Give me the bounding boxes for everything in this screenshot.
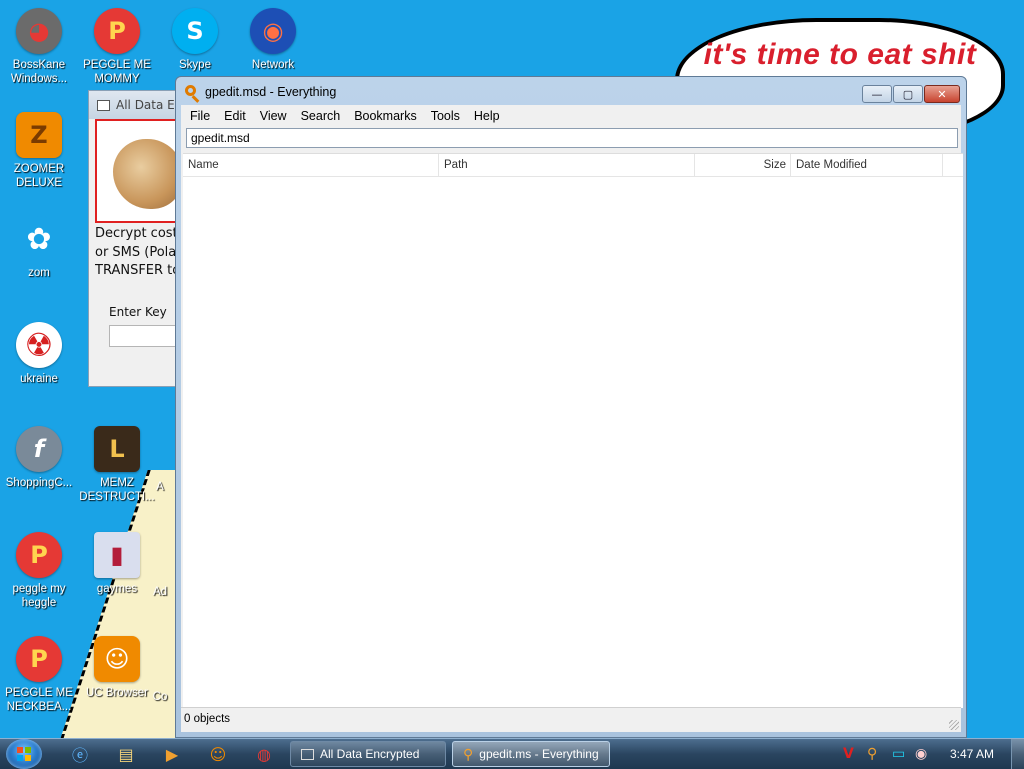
ade-message: Decrypt cost or SMS (Pola TRANSFER to — [95, 225, 181, 281]
hamster-icon — [113, 139, 181, 209]
column-header-name[interactable]: Name — [183, 154, 439, 176]
desktop-icon-label: PEGGLE ME NECKBEA... — [5, 687, 73, 713]
ade-titlebar[interactable]: All Data En — [89, 91, 189, 119]
chrome-icon[interactable]: ◍ — [244, 742, 284, 766]
menu-file[interactable]: File — [183, 109, 217, 123]
close-button[interactable]: ✕ — [924, 85, 960, 103]
enter-key-label: Enter Key — [109, 305, 167, 319]
flash-icon: f — [16, 426, 62, 472]
ade-title: All Data En — [116, 98, 183, 112]
desktop-icon-label: peggle my heggle — [12, 583, 66, 609]
window-icon — [97, 99, 110, 111]
file-explorer-icon[interactable]: ▤ — [106, 742, 146, 766]
desktop-icon-partial-co[interactable]: Co — [140, 690, 180, 704]
desktop-icon-label: zom — [28, 267, 50, 279]
network-icon: ◉ — [250, 8, 296, 54]
ade-line: TRANSFER to — [95, 263, 181, 278]
taskbar-item-label: All Data Encrypted — [320, 747, 420, 761]
everything-window[interactable]: gpedit.msd - Everything — ▢ ✕ File Edit … — [175, 76, 967, 738]
menu-edit[interactable]: Edit — [217, 109, 253, 123]
maximize-button[interactable]: ▢ — [893, 85, 923, 103]
column-header-size[interactable]: Size — [695, 154, 791, 176]
memz-icon: L — [94, 426, 140, 472]
maximize-icon: ▢ — [902, 87, 914, 101]
windows-logo-icon — [17, 747, 31, 761]
column-headers: Name Path Size Date Modified — [183, 154, 963, 177]
column-header-path[interactable]: Path — [439, 154, 695, 176]
flower-icon: ✿ — [16, 216, 62, 262]
display-tray-icon[interactable]: ▭ — [892, 746, 905, 762]
desktop-icon-label: PEGGLE ME MOMMY — [83, 59, 151, 85]
window-icon — [301, 748, 314, 760]
desktop-icon-label: A — [156, 481, 164, 493]
desktop-icon-peggle-neckbeard[interactable]: P PEGGLE ME NECKBEA... — [0, 636, 78, 714]
hamster-image — [95, 119, 183, 223]
peggle-icon: P — [16, 636, 62, 682]
menu-view[interactable]: View — [253, 109, 294, 123]
desktop-icon-peggle-mommy[interactable]: P PEGGLE ME MOMMY — [78, 8, 156, 86]
resize-grip[interactable] — [949, 720, 959, 730]
desktop-icon-label: ukraine — [20, 373, 58, 385]
ade-line: or SMS (Pola — [95, 244, 177, 260]
menu-tools[interactable]: Tools — [424, 109, 467, 123]
folder-icon: ▮ — [94, 532, 140, 578]
status-bar: 0 objects — [181, 707, 961, 732]
everything-client-area: File Edit View Search Bookmarks Tools He… — [181, 105, 963, 732]
desktop-icon-skype[interactable]: S Skype — [156, 8, 234, 72]
everything-titlebar[interactable]: gpedit.msd - Everything — ▢ ✕ — [176, 77, 966, 107]
show-desktop-button[interactable] — [1011, 739, 1024, 769]
column-header-date-modified[interactable]: Date Modified — [791, 154, 943, 176]
menu-search[interactable]: Search — [294, 109, 348, 123]
taskbar-item-label: gpedit.ms - Everything — [479, 747, 599, 761]
clock[interactable]: 3:47 AM — [950, 747, 994, 761]
speaker-tray-icon[interactable]: ◉ — [915, 746, 927, 762]
menu-help[interactable]: Help — [467, 109, 507, 123]
desktop-icon-label: Ad — [152, 586, 168, 598]
taskbar-item-all-data-encrypted[interactable]: All Data Encrypted — [290, 741, 446, 767]
desktop-icon-zoomer-deluxe[interactable]: Z ZOOMER DELUXE — [0, 112, 78, 190]
status-text: 0 objects — [184, 713, 231, 725]
everything-tray-icon[interactable]: ⚲ — [867, 746, 877, 762]
speech-bubble-text: it's time to eat shit — [703, 38, 977, 71]
media-player-icon[interactable]: ▶ — [152, 742, 192, 766]
desktop-icon-bosskane[interactable]: ◕ BossKane Windows... — [0, 8, 78, 86]
zoomer-icon: Z — [16, 112, 62, 158]
bosskane-icon: ◕ — [16, 8, 62, 54]
internet-explorer-icon[interactable]: ⓔ — [60, 742, 100, 766]
peggle-icon: P — [16, 532, 62, 578]
search-input[interactable]: gpedit.msd — [186, 128, 958, 148]
desktop-icon-partial-a[interactable]: A — [140, 480, 180, 494]
minimize-button[interactable]: — — [862, 85, 892, 103]
desktop-icon-label: BossKane Windows... — [10, 59, 68, 85]
desktop-icon-label: Co — [152, 691, 168, 703]
peggle-icon: P — [94, 8, 140, 54]
desktop-icon-partial-ad[interactable]: Ad — [140, 585, 180, 599]
menu-bookmarks[interactable]: Bookmarks — [347, 109, 424, 123]
radiation-icon: ☢ — [16, 322, 62, 368]
skype-icon: S — [172, 8, 218, 54]
taskbar-item-everything[interactable]: ⚲ gpedit.ms - Everything — [452, 741, 610, 767]
desktop-icon-label: Skype — [179, 59, 211, 71]
window-title: gpedit.msd - Everything — [205, 85, 337, 99]
results-list[interactable]: Name Path Size Date Modified — [183, 153, 963, 708]
antivirus-tray-icon[interactable]: V — [843, 746, 854, 762]
menu-bar: File Edit View Search Bookmarks Tools He… — [181, 105, 961, 127]
desktop-icon-label: ZOOMER DELUXE — [13, 163, 65, 189]
uc-browser-icon: ☺ — [94, 636, 140, 682]
desktop-icon-label: Network — [251, 59, 295, 71]
desktop-icon-network[interactable]: ◉ Network — [234, 8, 312, 72]
desktop-icon-ukraine[interactable]: ☢ ukraine — [0, 322, 78, 386]
magnifier-icon: ⚲ — [463, 745, 474, 762]
minimize-icon: — — [871, 87, 883, 101]
desktop-icon-shopping[interactable]: f ShoppingC... — [0, 426, 78, 490]
desktop-icon-label: ShoppingC... — [5, 477, 73, 489]
taskbar: ⓔ ▤ ▶ ☺ ◍ All Data Encrypted ⚲ gpedit.ms… — [0, 738, 1024, 769]
ade-line: Decrypt cost — [95, 226, 178, 241]
desktop-icon-peggle-heggle[interactable]: P peggle my heggle — [0, 532, 78, 610]
start-button[interactable] — [6, 739, 42, 769]
close-icon: ✕ — [937, 87, 947, 101]
desktop-icon-zom[interactable]: ✿ zom — [0, 216, 78, 280]
magnifier-icon — [185, 85, 196, 96]
uc-browser-taskbar-icon[interactable]: ☺ — [198, 742, 238, 766]
